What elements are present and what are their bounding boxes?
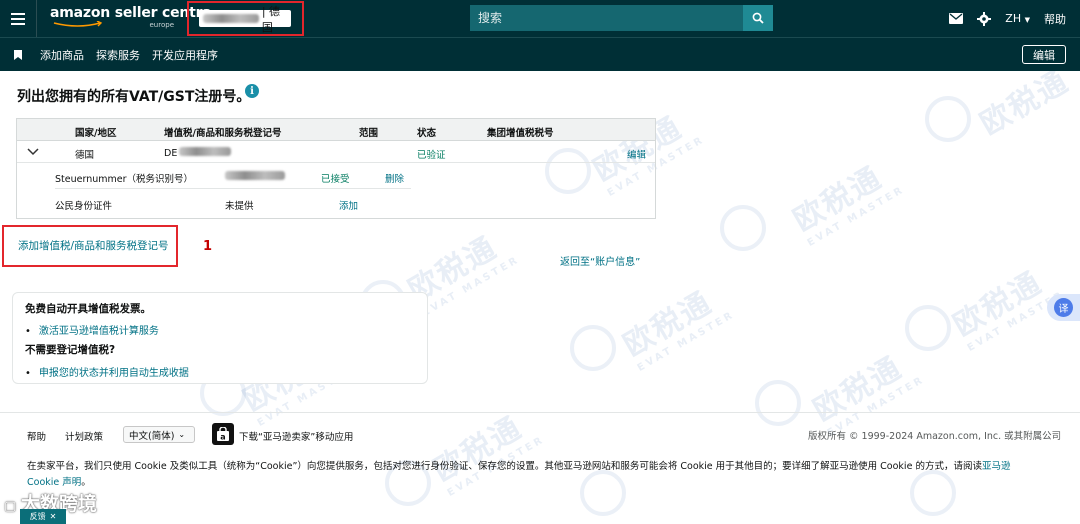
list-item: • 申报您的状态并利用自动生成收据 [25, 368, 189, 379]
add-vat-registration-link[interactable]: 添加增值税/商品和服务税登记号 [18, 238, 169, 253]
row-edit-link[interactable]: 编辑 [627, 147, 646, 161]
column-header-status: 状态 [417, 128, 437, 139]
column-header-vat-number: 增值税/商品和服务税登记号 [164, 128, 282, 139]
edit-bookmarks-button[interactable]: 编辑 [1022, 45, 1066, 64]
vat-registration-table: 国家/地区 增值税/商品和服务税登记号 范围 状态 集团增值税税号 德国 DE … [16, 118, 656, 219]
row-status: 已验证 [417, 150, 446, 161]
language-selector[interactable]: ZH ▼ [1005, 12, 1030, 25]
subrow-value-tax-id [225, 171, 285, 183]
bookmark-bar: 添加商品 探索服务 开发应用程序 编辑 [0, 37, 1080, 71]
column-header-country: 国家/地区 [75, 128, 117, 139]
chevron-down-icon[interactable] [27, 145, 39, 159]
nav-explore-services[interactable]: 探索服务 [96, 47, 140, 63]
annotation-number: 1 [203, 239, 213, 254]
table-header: 国家/地区 增值税/商品和服务税登记号 范围 状态 集团增值税税号 [17, 119, 655, 141]
store-selector[interactable]: | 德国 [199, 5, 291, 34]
watermark-logo-icon [925, 96, 971, 142]
row-country: 德国 [75, 150, 95, 161]
watermark-logo-icon [905, 305, 951, 351]
header-utilities: ZH ▼ 帮助 [949, 0, 1080, 37]
subrow-label-citizen-id: 公民身份证件 [55, 201, 113, 212]
watermark: 欧税通EVAT MASTER [807, 350, 927, 439]
mail-icon[interactable] [949, 13, 964, 24]
help-link[interactable]: 帮助 [1044, 11, 1066, 27]
watermark: 欧税通EVAT MASTER [787, 160, 907, 249]
subrow-status-tax-id: 已接受 [321, 174, 350, 185]
page-title: 列出您拥有的所有VAT/GST注册号。 [17, 89, 251, 105]
copyright-text: 版权所有 © 1999-2024 Amazon.com, Inc. 或其附属公司 [808, 431, 1062, 442]
hamburger-menu-icon[interactable] [0, 0, 36, 37]
footer-language-select[interactable]: 中文(简体) ⌄ [123, 426, 195, 443]
search-input[interactable] [470, 5, 743, 31]
footer-divider [0, 412, 1080, 413]
search-button[interactable] [743, 5, 773, 31]
search-icon [752, 12, 764, 24]
column-header-scope: 范围 [359, 128, 379, 139]
amazon-seller-app-icon[interactable]: a [212, 423, 234, 445]
delete-tax-id-link[interactable]: 删除 [385, 171, 404, 185]
footer-program-policy-link[interactable]: 计划政策 [65, 429, 103, 443]
cookie-notice: 在卖家平台，我们只使用 Cookie 及类似工具（统称为“Cookie”）向您提… [27, 461, 1011, 488]
add-citizen-id-link[interactable]: 添加 [339, 198, 358, 212]
table-row: 德国 DE 已验证 编辑 [17, 141, 655, 163]
column-header-group-vat: 集团增值税税号 [487, 128, 554, 139]
translate-button[interactable]: 译 [1047, 294, 1080, 321]
add-vat-highlight: 添加增值税/商品和服务税登记号 [2, 225, 178, 267]
svg-text:a: a [220, 432, 225, 441]
divider [36, 0, 37, 37]
nav-develop-apps[interactable]: 开发应用程序 [152, 47, 218, 63]
card-title-no-vat: 不需要登记增值税? [25, 344, 116, 356]
redacted-tax-id [225, 171, 285, 180]
translate-icon: 译 [1054, 298, 1073, 317]
nav-add-product[interactable]: 添加商品 [40, 47, 84, 63]
subrow-value-citizen-id: 未提供 [225, 201, 254, 212]
watermark-logo-icon [570, 325, 616, 371]
footer-help-link[interactable]: 帮助 [27, 429, 46, 443]
divider [55, 188, 411, 189]
back-to-account-info-link[interactable]: 返回至“账户信息” [560, 253, 640, 268]
feedback-button[interactable]: 反馈 ✕ [20, 509, 66, 524]
gear-icon[interactable] [977, 11, 992, 26]
search-bar [470, 5, 773, 31]
redacted-store-name [203, 14, 259, 23]
row-vat-number: DE [164, 147, 232, 159]
amazon-seller-central-logo[interactable]: amazon seller centra europe [50, 6, 212, 32]
watermark-logo-icon [720, 205, 766, 251]
store-country-label: | 德国 [261, 4, 281, 34]
download-app-link[interactable]: 下载“亚马逊卖家”移动应用 [239, 429, 353, 443]
subrow-label-tax-id: Steuernummer（税务识别号） [55, 174, 194, 185]
redacted-vat-number [179, 147, 232, 156]
list-item: • 激活亚马逊增值税计算服务 [25, 326, 159, 337]
watermark: 欧税通EVAT MASTER [617, 285, 737, 374]
vat-services-card: 免费自动开具增值税发票。 • 激活亚马逊增值税计算服务 不需要登记增值税? • 申报… [12, 292, 428, 384]
activate-vat-calculation-link[interactable]: 激活亚马逊增值税计算服务 [39, 326, 159, 337]
bookmark-icon[interactable] [14, 49, 22, 60]
declare-status-link[interactable]: 申报您的状态并利用自动生成收据 [39, 368, 189, 379]
info-icon[interactable]: i [245, 84, 259, 98]
store-selector-highlight: | 德国 [187, 1, 304, 36]
table-subrows: Steuernummer（税务识别号） 已接受 删除 公民身份证件 未提供 添加 [55, 163, 655, 218]
card-title-free-invoicing: 免费自动开具增值税发票。 [25, 303, 151, 315]
watermark-logo-icon [755, 380, 801, 426]
